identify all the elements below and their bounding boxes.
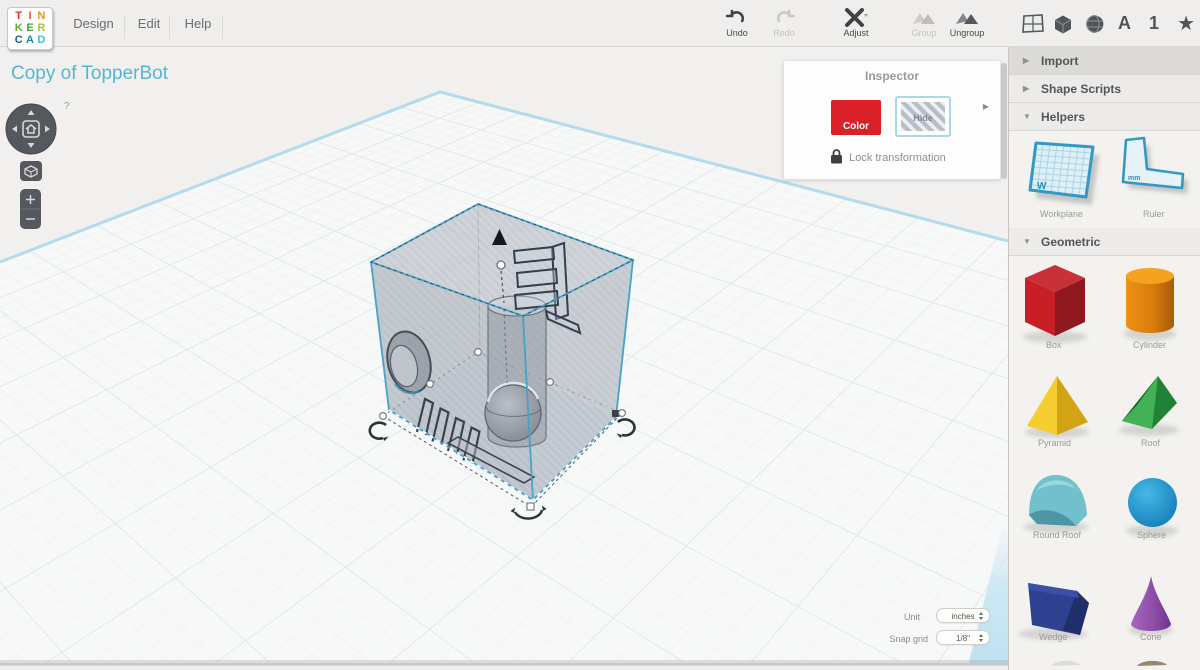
svg-text:Sphere: Sphere <box>1137 530 1166 540</box>
svg-text:Box: Box <box>1046 340 1062 350</box>
svg-text:Workplane: Workplane <box>1040 209 1083 219</box>
svg-text:Ruler: Ruler <box>1143 209 1165 219</box>
svg-text:Cone: Cone <box>1140 632 1162 642</box>
svg-text:W: W <box>1037 181 1047 192</box>
svg-text:Round Roof: Round Roof <box>1033 530 1082 540</box>
svg-text:Pyramid: Pyramid <box>1038 438 1071 448</box>
svg-text:Wedge: Wedge <box>1039 632 1067 642</box>
svg-text:Cylinder: Cylinder <box>1133 340 1166 350</box>
svg-text:?: ? <box>64 101 70 112</box>
svg-text:Roof: Roof <box>1141 438 1161 448</box>
svg-text:mm: mm <box>1128 175 1140 182</box>
